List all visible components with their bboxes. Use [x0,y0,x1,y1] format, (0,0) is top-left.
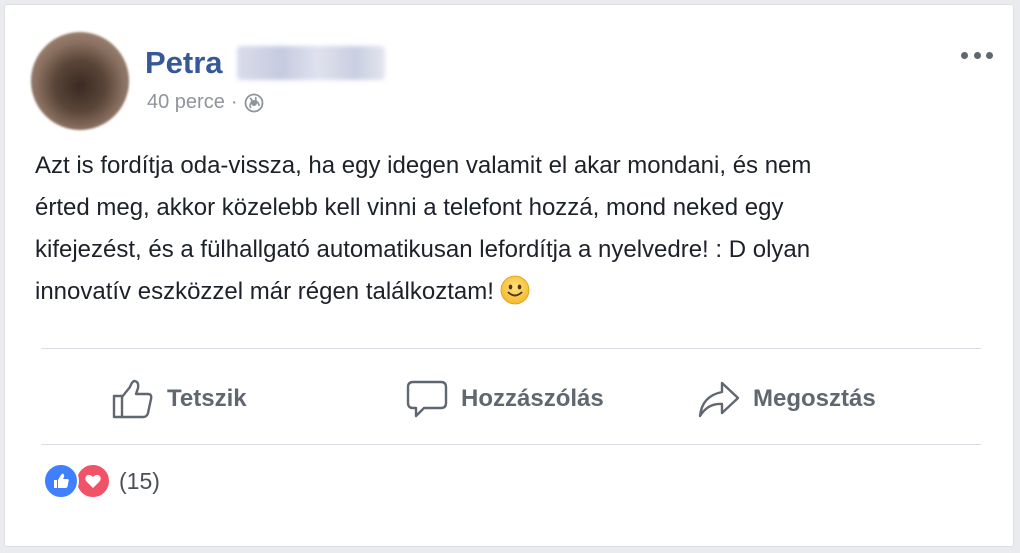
post-text: Azt is fordítja oda-vissza, ha egy idege… [35,145,985,313]
timestamp[interactable]: 40 perce [147,91,225,114]
post-meta: 40 perce · [147,91,264,114]
post-body: Azt is fordítja oda-vissza, ha egy idege… [35,152,812,305]
like-button[interactable]: Tetszik [111,371,247,427]
author-surname-redacted [236,46,385,80]
action-bar: Tetszik Hozzászólás Megosztás [41,371,981,427]
reactions-summary[interactable]: (15) [43,463,160,499]
like-reaction-icon [43,463,79,499]
post-card: Petra 40 perce · Azt is fordítja oda-vis… [4,4,1014,547]
share-button[interactable]: Megosztás [697,371,876,427]
smiling-face-icon [500,275,530,305]
love-reaction-icon [75,463,111,499]
reaction-count[interactable]: (15) [119,468,160,495]
globe-icon[interactable] [244,93,264,113]
author-row: Petra [145,43,385,83]
comment-button[interactable]: Hozzászólás [405,371,604,427]
avatar[interactable] [31,32,129,130]
thumbs-up-icon [112,379,153,419]
share-label: Megosztás [753,385,876,412]
divider-bottom [41,444,981,445]
divider-top [41,348,981,349]
comment-bubble-icon [406,380,448,418]
meta-separator: · [230,91,238,113]
like-label: Tetszik [167,385,247,412]
share-arrow-icon [698,381,740,418]
more-options-icon[interactable] [961,45,993,65]
comment-label: Hozzászólás [461,385,604,412]
author-name[interactable]: Petra [145,45,223,81]
